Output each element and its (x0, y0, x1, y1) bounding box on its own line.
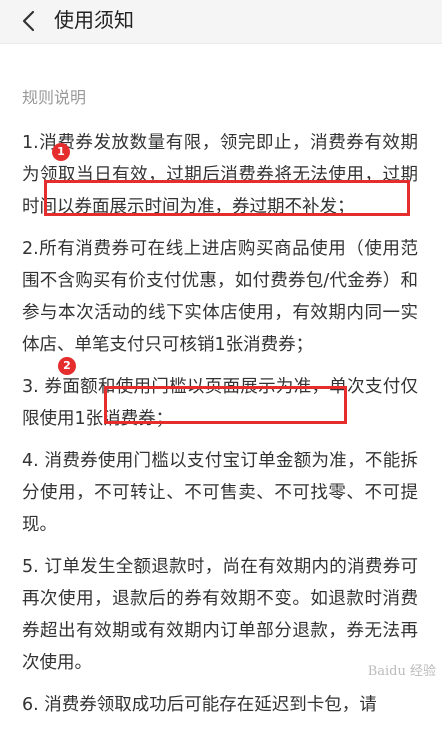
highlight-box-expiry (44, 180, 410, 216)
rule-item-4: 4. 消费券使用门槛以支付宝订单金额为准，不能拆分使用，不可转让、不可售卖、不可… (22, 451, 418, 535)
rule-item-2: 2.所有消费券可在线上进店购买商品使用（使用范围不含购买有价支付优惠，如付费券包… (22, 239, 418, 355)
annotation-badge-2: 2 (58, 357, 76, 375)
watermark-logo: Baidu 经验 (367, 664, 436, 679)
rules-list: 1.消费券发放数量有限，领完即止，消费券有效期为领取当日有效，过期后消费券将无法… (22, 127, 418, 731)
top-bar: 使用须知 (0, 0, 442, 44)
back-arrow-icon[interactable] (18, 9, 40, 33)
annotation-badge-1: 1 (52, 143, 70, 161)
rule-item-6: 6. 消费券领取成功后可能存在延迟到卡包，请 (22, 695, 377, 715)
rule-item-5: 5. 订单发生全额退款时，尚在有效期内的消费券可再次使用，退款后的券有效期不变。… (22, 557, 418, 673)
highlight-box-threshold (104, 386, 347, 424)
section-title: 规则说明 (22, 88, 87, 107)
page-title: 使用须知 (54, 8, 134, 32)
